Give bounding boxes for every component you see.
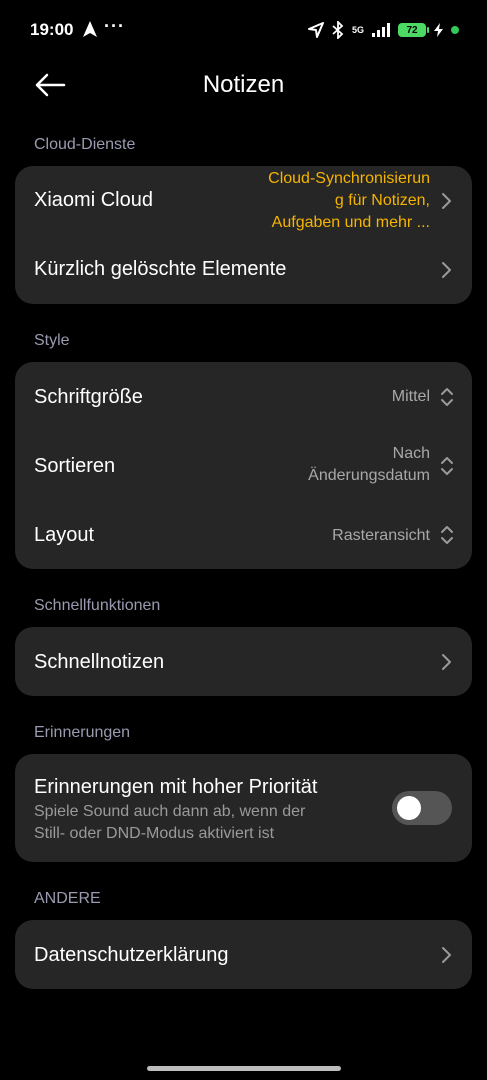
xiaomi-cloud-desc-line2: g für Notizen, bbox=[334, 192, 430, 209]
xiaomi-cloud-description: Cloud-Synchronisierun g für Notizen, Auf… bbox=[268, 168, 430, 234]
section-label-style: Style bbox=[34, 332, 70, 349]
font-size-row[interactable]: Schriftgröße Mittel bbox=[15, 362, 472, 432]
reminders-card: Erinnerungen mit hoher Priorität Spiele … bbox=[15, 754, 472, 862]
high-priority-desc-line1: Spiele Sound auch dann ab, wenn der bbox=[34, 803, 306, 820]
sort-row[interactable]: Sortieren Nach Änderungsdatum bbox=[15, 432, 472, 500]
sort-label: Sortieren bbox=[34, 455, 116, 477]
font-size-value: Mittel bbox=[391, 388, 430, 405]
privacy-policy-label: Datenschutzerklärung bbox=[34, 944, 229, 966]
section-label-quick: Schnellfunktionen bbox=[34, 597, 161, 614]
sort-value-line1: Nach bbox=[392, 445, 430, 462]
chevron-right-icon bbox=[442, 262, 451, 278]
high-priority-description: Spiele Sound auch dann ab, wenn der Stil… bbox=[34, 801, 305, 845]
recently-deleted-label: Kürzlich gelöschte Elemente bbox=[34, 258, 287, 280]
status-time: 19:00 bbox=[30, 20, 74, 39]
high-priority-reminders-row[interactable]: Erinnerungen mit hoher Priorität Spiele … bbox=[15, 754, 472, 862]
app-header: Notizen bbox=[0, 60, 487, 110]
chevron-right-icon bbox=[442, 654, 451, 670]
toggle-knob bbox=[397, 796, 421, 820]
privacy-policy-row[interactable]: Datenschutzerklärung bbox=[15, 920, 472, 989]
sort-value: Nach Änderungsdatum bbox=[308, 443, 430, 487]
section-label-other: ANDERE bbox=[34, 890, 101, 907]
layout-value: Rasteransicht bbox=[332, 527, 430, 544]
layout-label: Layout bbox=[34, 524, 95, 546]
xiaomi-cloud-row[interactable]: Xiaomi Cloud Cloud-Synchronisierun g für… bbox=[15, 166, 472, 236]
up-down-chevron-icon bbox=[441, 457, 453, 475]
signal-icon bbox=[372, 23, 390, 37]
location-icon bbox=[307, 22, 324, 38]
recently-deleted-row[interactable]: Kürzlich gelöschte Elemente bbox=[15, 236, 472, 304]
chevron-right-icon bbox=[442, 193, 451, 209]
xiaomi-cloud-desc-line1: Cloud-Synchronisierun bbox=[268, 170, 430, 187]
other-card: Datenschutzerklärung bbox=[15, 920, 472, 989]
section-label-reminders: Erinnerungen bbox=[34, 724, 131, 741]
up-down-chevron-icon bbox=[441, 388, 453, 406]
quick-notes-label: Schnellnotizen bbox=[34, 651, 165, 673]
section-label-cloud: Cloud-Dienste bbox=[34, 136, 136, 153]
battery-icon: 72 bbox=[398, 23, 429, 37]
quick-card: Schnellnotizen bbox=[15, 627, 472, 696]
high-priority-toggle[interactable] bbox=[392, 791, 452, 825]
chevron-right-icon bbox=[442, 947, 451, 963]
high-priority-label: Erinnerungen mit hoher Priorität bbox=[34, 776, 318, 798]
network-type: 5G bbox=[351, 24, 364, 35]
high-priority-desc-line2: Still- oder DND-Modus aktiviert ist bbox=[34, 825, 275, 842]
quick-notes-row[interactable]: Schnellnotizen bbox=[15, 627, 472, 696]
status-bar: 19:00 ··· 5G 72 bbox=[0, 0, 487, 60]
xiaomi-cloud-desc-line3: Aufgaben und mehr ... bbox=[271, 214, 430, 231]
charging-icon bbox=[434, 23, 443, 37]
privacy-indicator-dot bbox=[451, 26, 459, 34]
more-notifications-icon: ··· bbox=[104, 16, 125, 36]
font-size-label: Schriftgröße bbox=[34, 386, 143, 408]
cloud-card: Xiaomi Cloud Cloud-Synchronisierun g für… bbox=[15, 166, 472, 304]
status-icons: 5G 72 bbox=[307, 18, 459, 42]
xiaomi-cloud-label: Xiaomi Cloud bbox=[34, 189, 153, 211]
sort-value-line2: Änderungsdatum bbox=[308, 467, 430, 484]
bluetooth-icon bbox=[332, 21, 344, 39]
layout-row[interactable]: Layout Rasteransicht bbox=[15, 500, 472, 569]
up-down-chevron-icon bbox=[441, 526, 453, 544]
style-card: Schriftgröße Mittel Sortieren Nach Änder… bbox=[15, 362, 472, 569]
home-indicator[interactable] bbox=[147, 1066, 341, 1071]
page-title: Notizen bbox=[202, 71, 285, 98]
navigation-arrow-icon bbox=[83, 21, 97, 37]
